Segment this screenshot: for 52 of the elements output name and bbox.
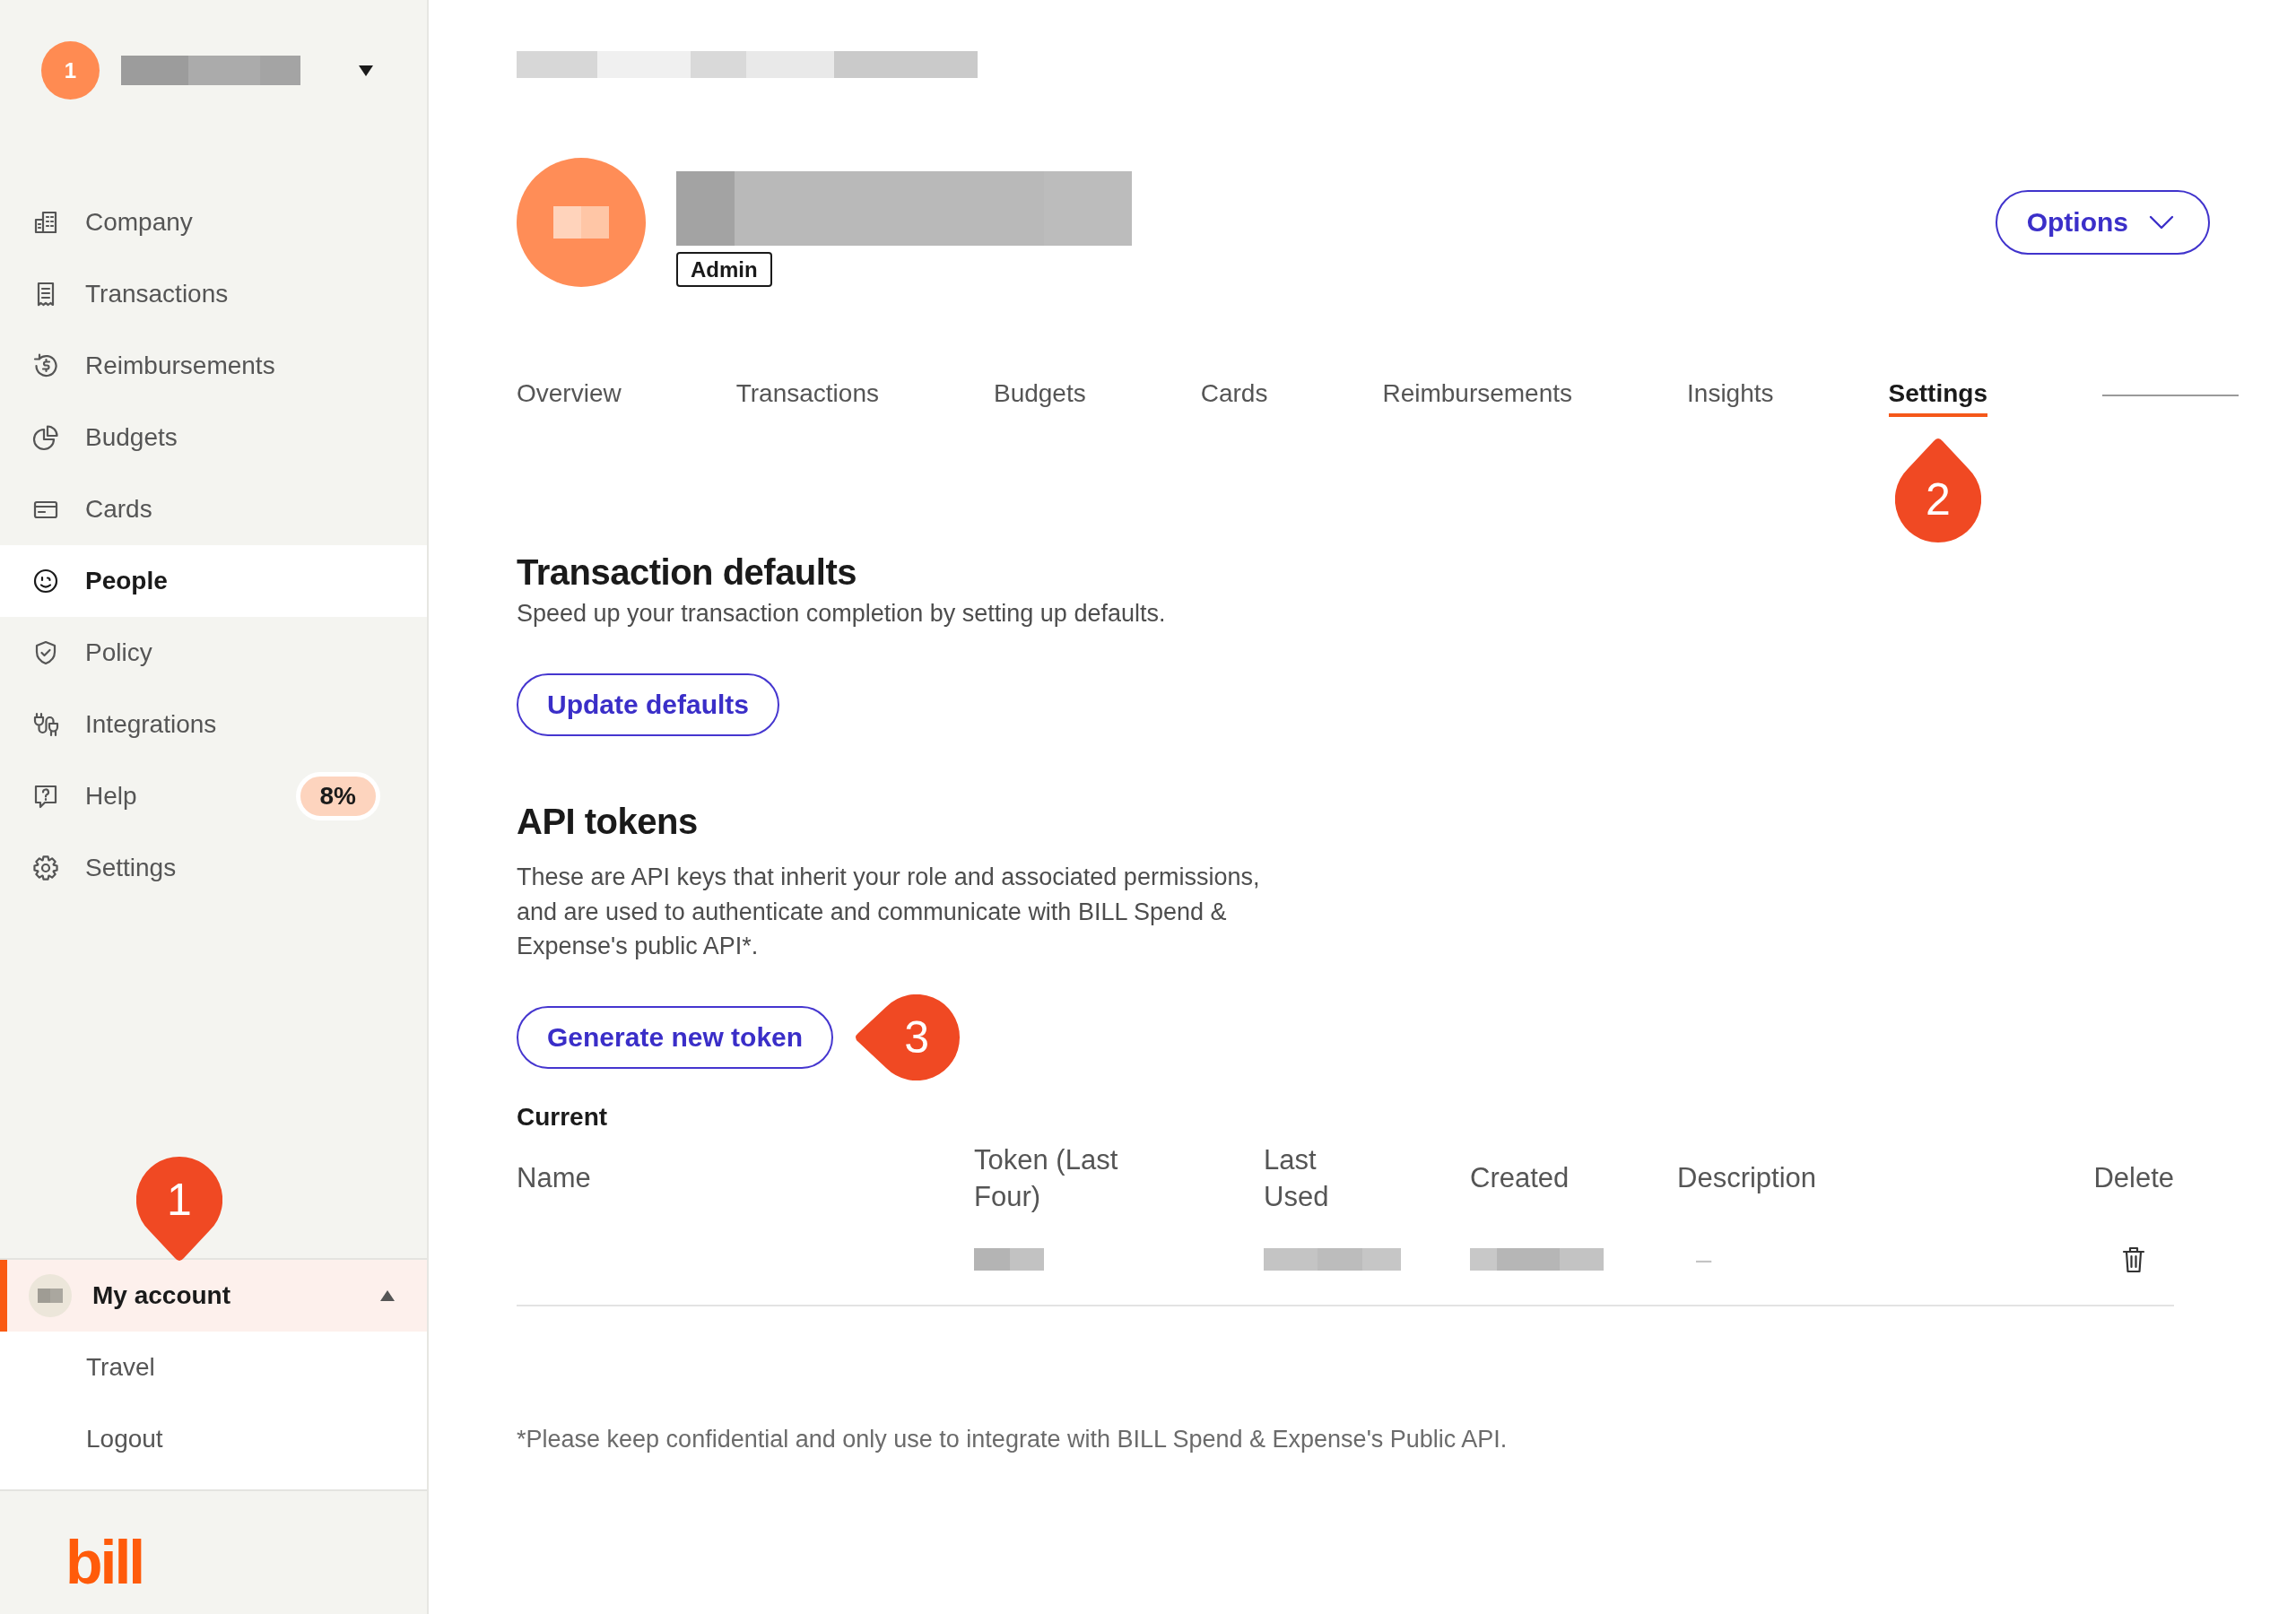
section-description: Speed up your transaction completion by setting up defaults.	[517, 599, 1167, 629]
smiley-face-icon	[32, 568, 59, 594]
section-heading: API tokens	[517, 801, 699, 843]
footnote-text: *Please keep confidential and only use to integrate with BILL Spend & Expense's Public API.	[517, 1424, 1509, 1454]
tab[interactable]: Cards	[1200, 379, 1268, 417]
caret-down-icon[interactable]	[359, 65, 373, 76]
section-heading: Transaction defaults	[517, 551, 857, 594]
account-menu-item[interactable]: My account	[0, 1260, 427, 1332]
sidebar-item[interactable]: Transactions	[0, 258, 427, 330]
submenu-item[interactable]: Travel	[0, 1332, 427, 1403]
column-header: Name	[517, 1161, 591, 1195]
sidebar-item[interactable]: Cards	[0, 473, 427, 545]
sidebar-item[interactable]: People	[0, 545, 427, 617]
column-header: Delete	[2093, 1161, 2174, 1195]
tab[interactable]: Budgets	[993, 379, 1086, 417]
count-badge: 1	[41, 41, 100, 100]
submenu-item[interactable]: Logout	[0, 1403, 427, 1475]
column-header: Token (Last Four)	[974, 1142, 1119, 1214]
section-description: These are API keys that inherit your role and associated permissions, and are used to authenticate and communicate with BILL Spend & Expense's public API*.	[517, 863, 1261, 961]
logo: bill	[65, 1531, 144, 1592]
options-button[interactable]: Options	[1995, 190, 2210, 255]
tab[interactable]: Overview	[517, 379, 622, 417]
generate-token-button[interactable]: Generate new token	[517, 1006, 834, 1069]
tab[interactable]: Settings	[1888, 379, 1987, 417]
caret-up-icon[interactable]	[380, 1290, 395, 1301]
tab[interactable]: Reimbursements	[1382, 379, 1573, 417]
sidebar-item[interactable]: Company	[0, 187, 427, 258]
sidebar-item[interactable]: Reimbursements	[0, 330, 427, 402]
chevron-down-icon	[2149, 215, 2174, 230]
dollar-refresh-icon	[32, 352, 59, 379]
sidebar-item[interactable]: Help 8%	[0, 760, 427, 832]
column-header: Last Used	[1264, 1142, 1330, 1214]
pie-chart-icon	[32, 424, 59, 451]
sidebar-item[interactable]: Policy	[0, 617, 427, 689]
tab[interactable]: Insights	[1687, 379, 1774, 417]
sidebar-item[interactable]: Integrations	[0, 689, 427, 760]
column-header: Created	[1470, 1161, 1570, 1195]
sidebar-item[interactable]: Budgets	[0, 402, 427, 473]
avatar-icon	[29, 1274, 72, 1317]
role-tag: Admin	[676, 252, 772, 287]
building-icon	[32, 209, 59, 236]
tab[interactable]: Transactions	[735, 379, 879, 417]
table-value: –	[1695, 1243, 1712, 1276]
plug-icon	[32, 711, 59, 738]
gear-icon	[32, 855, 59, 881]
question-bubble-icon	[32, 783, 59, 810]
update-defaults-button[interactable]: Update defaults	[517, 673, 780, 736]
table-title: Current	[517, 1102, 609, 1132]
percent-badge: 8%	[295, 772, 380, 820]
column-header: Description	[1677, 1161, 1817, 1195]
sidebar-item[interactable]: Settings	[0, 832, 427, 904]
trash-icon[interactable]	[2121, 1245, 2147, 1274]
